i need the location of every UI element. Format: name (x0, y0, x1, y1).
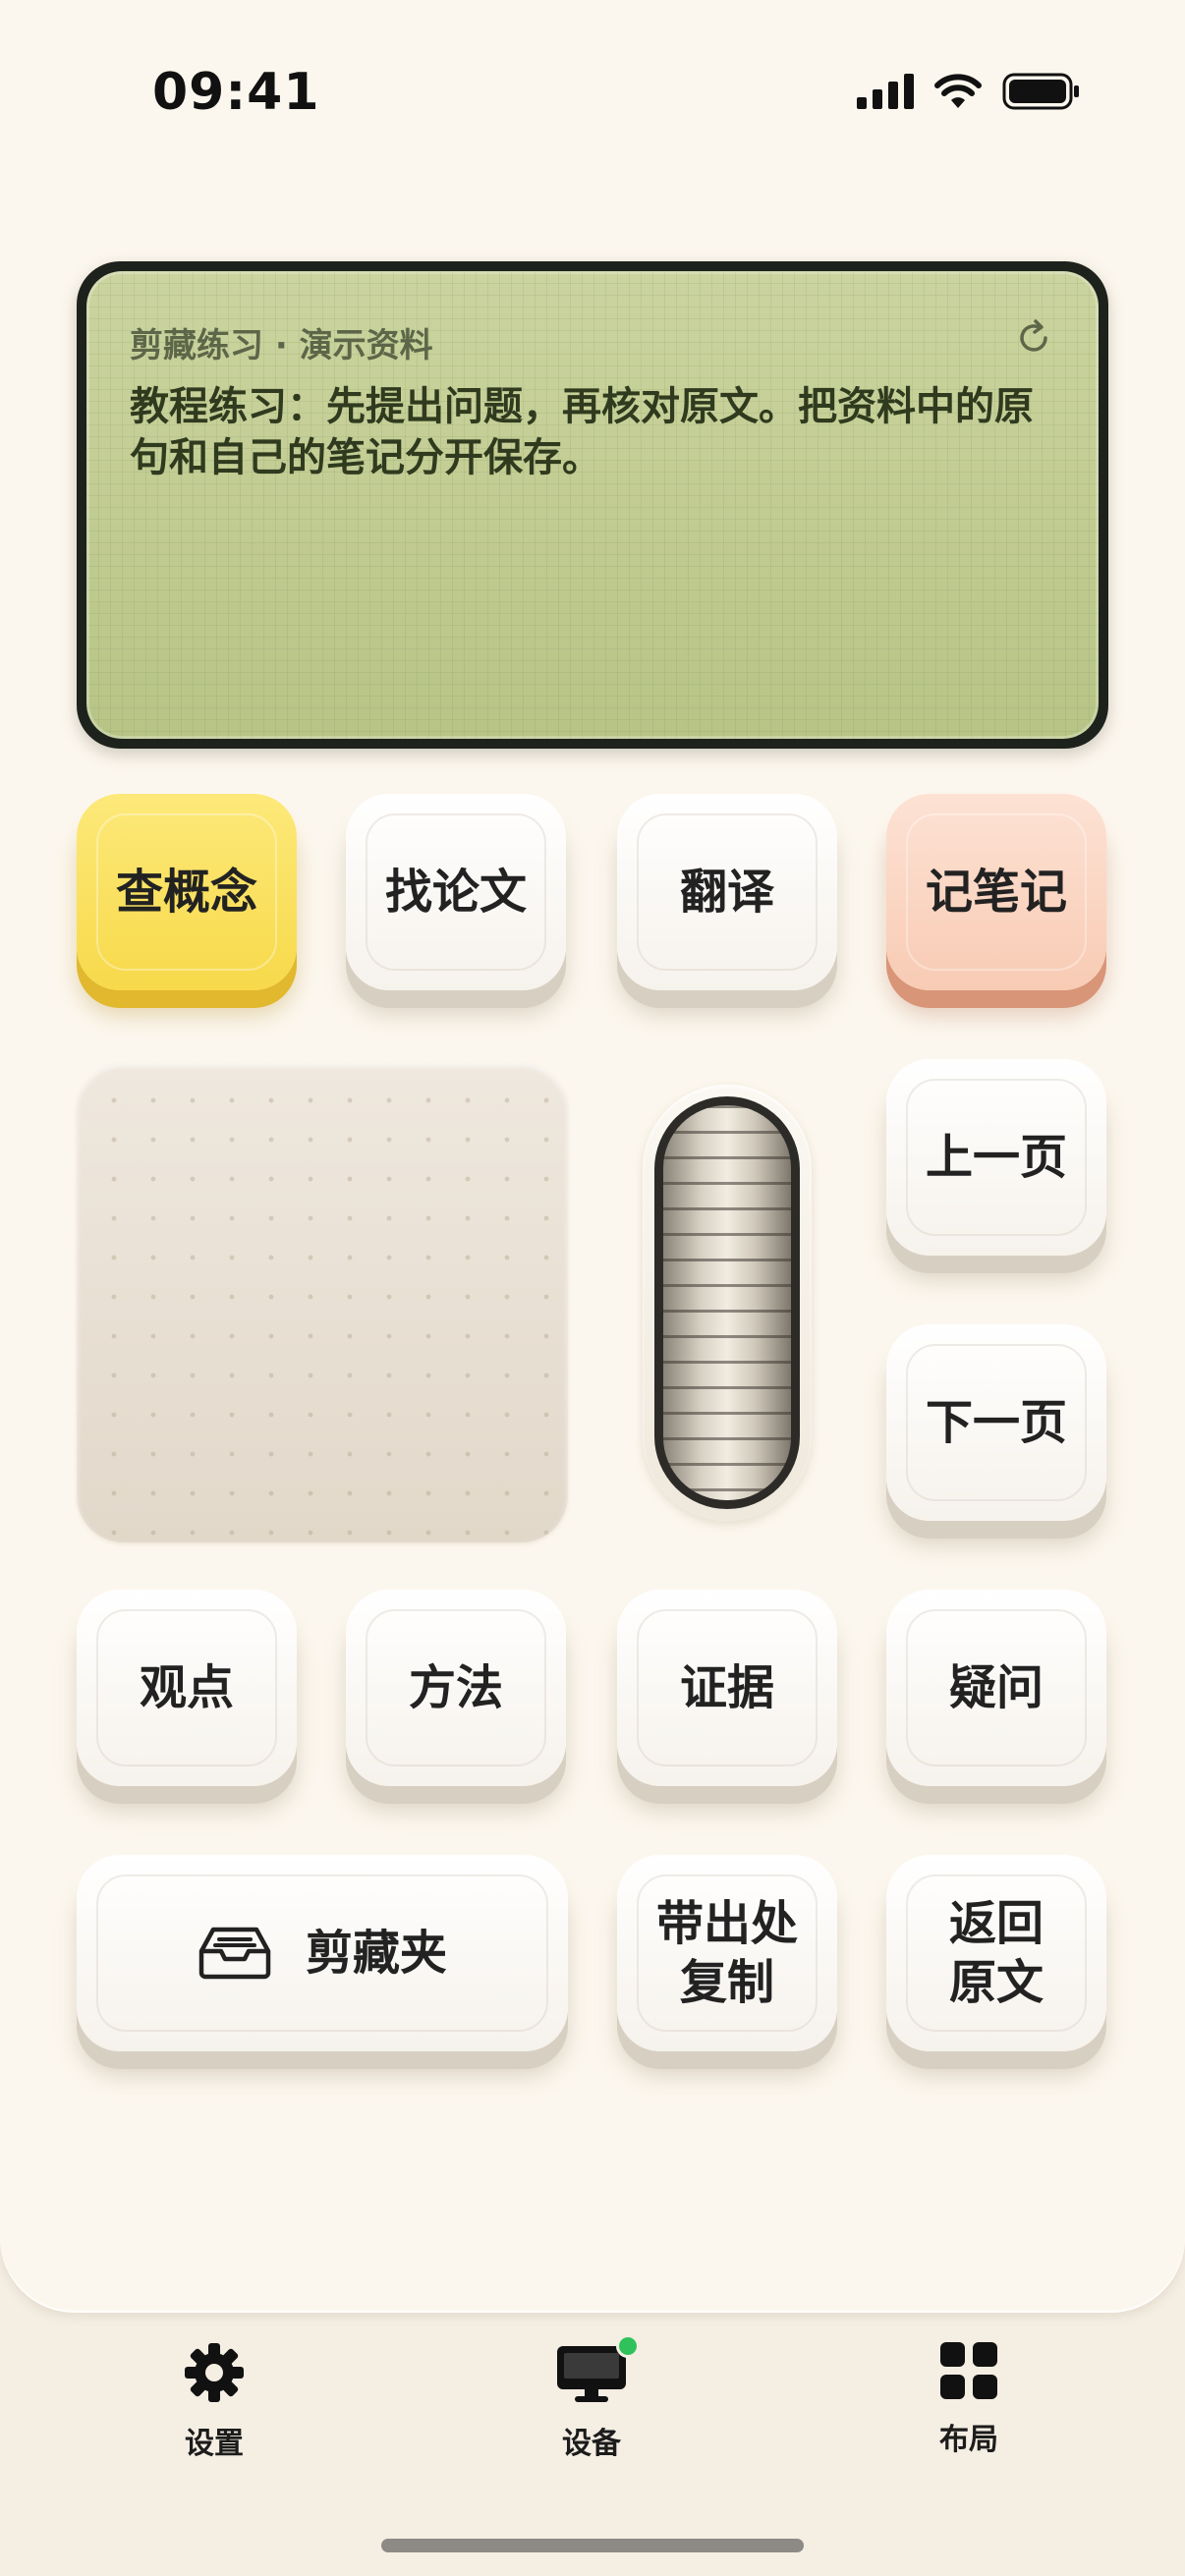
tab-device-label: 设备 (562, 2427, 621, 2461)
status-icons (857, 73, 1081, 110)
keyboard-panel: 09:41 剪藏练习 · 演示资料 教程练习：先提出问题，再核对原文。把资料中的… (0, 0, 1185, 2313)
home-indicator[interactable] (381, 2539, 804, 2552)
scroll-wheel-housing (643, 1085, 812, 1521)
question-button[interactable]: 疑问 (886, 1590, 1106, 1786)
lookup-concept-button[interactable]: 查概念 (77, 794, 297, 990)
tab-device[interactable]: 设备 (493, 2334, 690, 2462)
wifi-icon (934, 74, 982, 108)
display-title: 剪藏练习 · 演示资料 (130, 326, 433, 365)
take-notes-button[interactable]: 记笔记 (886, 794, 1106, 990)
scroll-wheel-ridges (663, 1105, 791, 1500)
tab-settings-label: 设置 (185, 2427, 244, 2461)
inbox-tray-icon (198, 1927, 271, 1980)
back-to-source-button[interactable]: 返回 原文 (886, 1855, 1106, 2051)
next-page-button[interactable]: 下一页 (886, 1324, 1106, 1521)
display-bezel: 剪藏练习 · 演示资料 教程练习：先提出问题，再核对原文。把资料中的原句和自己的… (77, 261, 1108, 749)
translate-button[interactable]: 翻译 (617, 794, 837, 990)
copy-with-source-button[interactable]: 带出处 复制 (617, 1855, 837, 2051)
grid-icon (940, 2342, 997, 2399)
viewpoint-button[interactable]: 观点 (77, 1590, 297, 1786)
status-time: 09:41 (152, 63, 320, 122)
app-screen: 09:41 剪藏练习 · 演示资料 教程练习：先提出问题，再核对原文。把资料中的… (0, 0, 1185, 2576)
prev-page-button[interactable]: 上一页 (886, 1059, 1106, 1256)
method-button[interactable]: 方法 (346, 1590, 566, 1786)
evidence-button[interactable]: 证据 (617, 1590, 837, 1786)
signal-icon (857, 74, 914, 109)
scroll-wheel[interactable] (654, 1096, 800, 1509)
monitor-icon-wrap (555, 2334, 640, 2405)
tab-layout-label: 布局 (939, 2423, 998, 2457)
find-paper-button[interactable]: 找论文 (346, 794, 566, 990)
device-status-dot (616, 2334, 640, 2358)
display-text: 教程练习：先提出问题，再核对原文。把资料中的原句和自己的笔记分开保存。 (130, 384, 1034, 480)
clip-folder-button[interactable]: 剪藏夹 (77, 1855, 568, 2051)
touchpad[interactable] (77, 1063, 568, 1542)
battery-icon (1002, 73, 1079, 110)
tab-settings[interactable]: 设置 (116, 2340, 312, 2462)
refresh-icon[interactable] (1012, 316, 1055, 360)
display-screen: 剪藏练习 · 演示资料 教程练习：先提出问题，再核对原文。把资料中的原句和自己的… (86, 271, 1099, 739)
gear-icon (185, 2343, 244, 2402)
tab-layout[interactable]: 布局 (871, 2340, 1067, 2458)
